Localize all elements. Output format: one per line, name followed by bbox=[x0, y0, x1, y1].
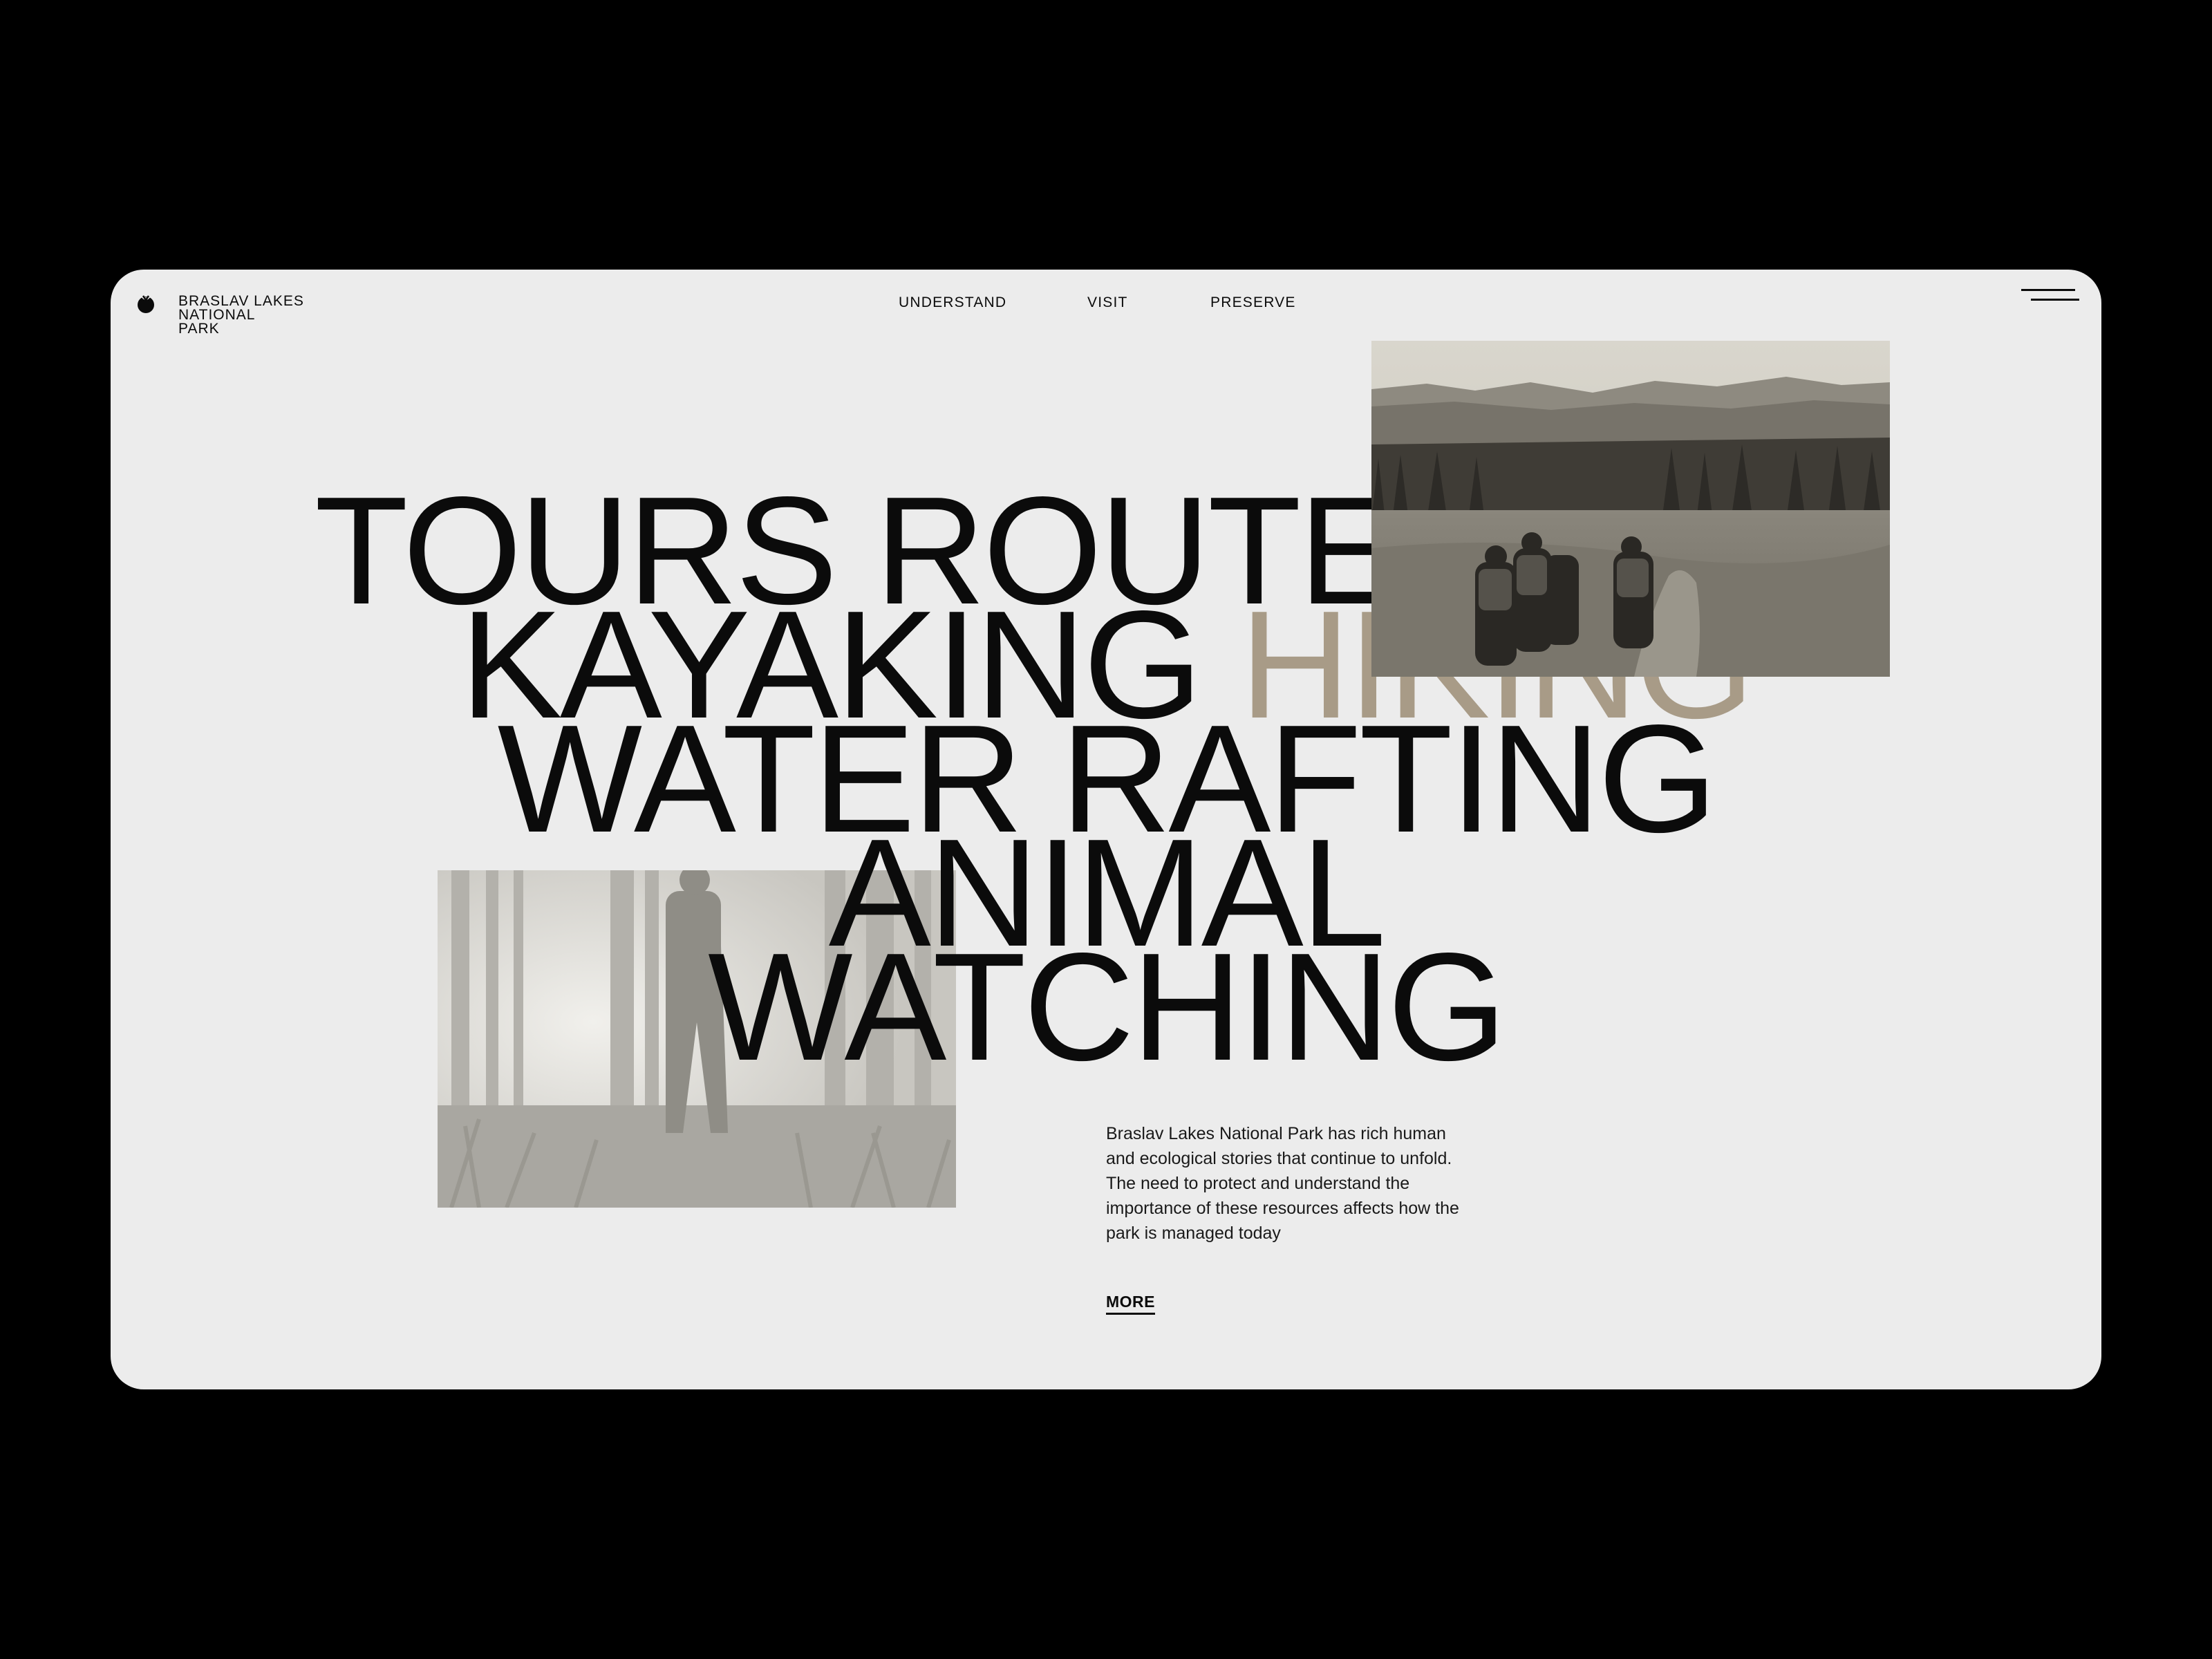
headline-line5: WATCHING bbox=[708, 921, 1507, 1093]
menu-line-top bbox=[2021, 289, 2075, 291]
brand-name-line2: NATIONAL bbox=[178, 307, 256, 323]
hikers-photo-image bbox=[1371, 341, 1890, 677]
nav-visit[interactable]: VISIT bbox=[1087, 294, 1128, 311]
brand-name-line1: BRASLAV LAKES bbox=[178, 293, 304, 309]
menu-line-bottom bbox=[2031, 299, 2079, 301]
main-card: BRASLAV LAKES NATIONAL PARK UNDERSTAND V… bbox=[111, 270, 2101, 1389]
nav-understand[interactable]: UNDERSTAND bbox=[899, 294, 1006, 311]
park-description: Braslav Lakes National Park has rich hum… bbox=[1106, 1124, 1459, 1243]
hamburger-menu-icon[interactable] bbox=[2021, 289, 2079, 310]
more-link[interactable]: MORE bbox=[1106, 1293, 1155, 1315]
park-logo-icon[interactable] bbox=[135, 293, 156, 314]
hikers-photo bbox=[1371, 341, 1890, 677]
brand-name-line3: PARK bbox=[178, 321, 220, 337]
nav-preserve[interactable]: PRESERVE bbox=[1210, 294, 1296, 311]
brand-name[interactable]: BRASLAV LAKES NATIONAL PARK bbox=[178, 294, 304, 336]
